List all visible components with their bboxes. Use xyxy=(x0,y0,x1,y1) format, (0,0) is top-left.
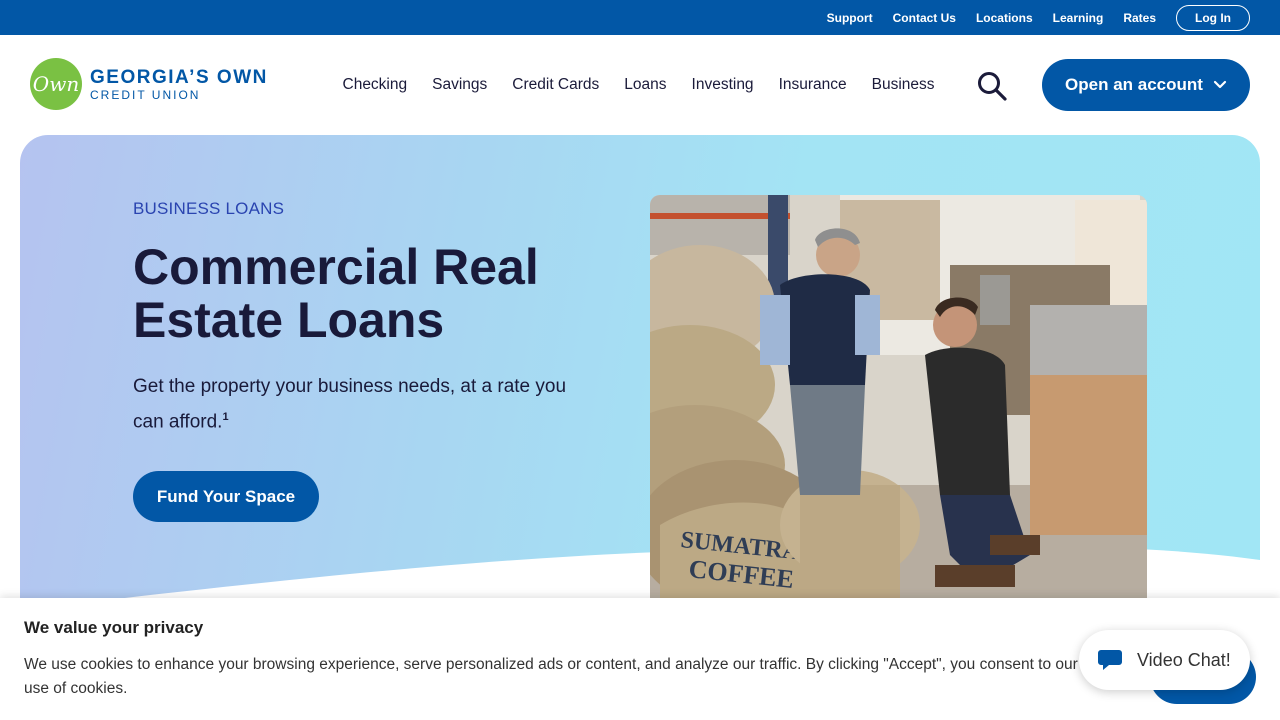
hero-title: Commercial Real Estate Loans xyxy=(133,239,539,348)
utility-link-learning[interactable]: Learning xyxy=(1053,11,1104,25)
hero-eyebrow: BUSINESS LOANS xyxy=(133,199,285,218)
main-header: Own GEORGIA’S OWN CREDIT UNION Checking … xyxy=(0,35,1280,135)
hero-subtitle-text: Get the property your business needs, at… xyxy=(133,376,567,433)
log-in-button[interactable]: Log In xyxy=(1176,4,1250,31)
utility-link-rates[interactable]: Rates xyxy=(1123,11,1156,25)
nav-item-insurance[interactable]: Insurance xyxy=(779,76,847,94)
utility-bar: Support Contact Us Locations Learning Ra… xyxy=(0,0,1280,35)
utility-link-locations[interactable]: Locations xyxy=(976,11,1033,25)
logo-line2: CREDIT UNION xyxy=(90,87,201,102)
hero-section: BUSINESS LOANS Commercial Real Estate Lo… xyxy=(20,135,1260,635)
cookie-text: We use cookies to enhance your browsing … xyxy=(24,656,1078,697)
nav-item-credit-cards[interactable]: Credit Cards xyxy=(512,76,599,94)
hero-photo-illustration: SUMATRA COFFEE xyxy=(650,195,1147,615)
utility-link-support[interactable]: Support xyxy=(827,11,873,25)
nav-item-savings[interactable]: Savings xyxy=(432,76,487,94)
nav-item-investing[interactable]: Investing xyxy=(692,76,754,94)
chat-bubble-icon xyxy=(1098,650,1122,670)
footnote-marker[interactable]: 1 xyxy=(222,411,228,423)
logo-mark: Own xyxy=(30,58,82,110)
logo-line1: GEORGIA’S OWN xyxy=(90,66,268,88)
cookie-title: We value your privacy xyxy=(24,618,204,637)
logo[interactable]: Own GEORGIA’S OWN CREDIT UNION xyxy=(30,58,268,110)
nav-item-business[interactable]: Business xyxy=(872,76,935,94)
nav-item-checking[interactable]: Checking xyxy=(343,76,408,94)
chevron-down-icon xyxy=(1213,80,1227,89)
search-icon[interactable] xyxy=(976,71,1008,101)
open-account-button[interactable]: Open an account xyxy=(1042,59,1250,111)
open-account-label: Open an account xyxy=(1065,75,1203,94)
video-chat-button[interactable]: Video Chat! xyxy=(1079,630,1250,690)
main-nav: Checking Savings Credit Cards Loans Inve… xyxy=(330,35,947,135)
utility-link-contact-us[interactable]: Contact Us xyxy=(893,11,956,25)
logo-text: GEORGIA’S OWN CREDIT UNION xyxy=(90,68,268,101)
nav-item-loans[interactable]: Loans xyxy=(624,76,666,94)
hero-subtitle: Get the property your business needs, at… xyxy=(133,372,573,437)
fund-your-space-button[interactable]: Fund Your Space xyxy=(133,471,319,522)
hero-photo: SUMATRA COFFEE xyxy=(650,195,1147,615)
video-chat-label: Video Chat! xyxy=(1137,649,1231,670)
